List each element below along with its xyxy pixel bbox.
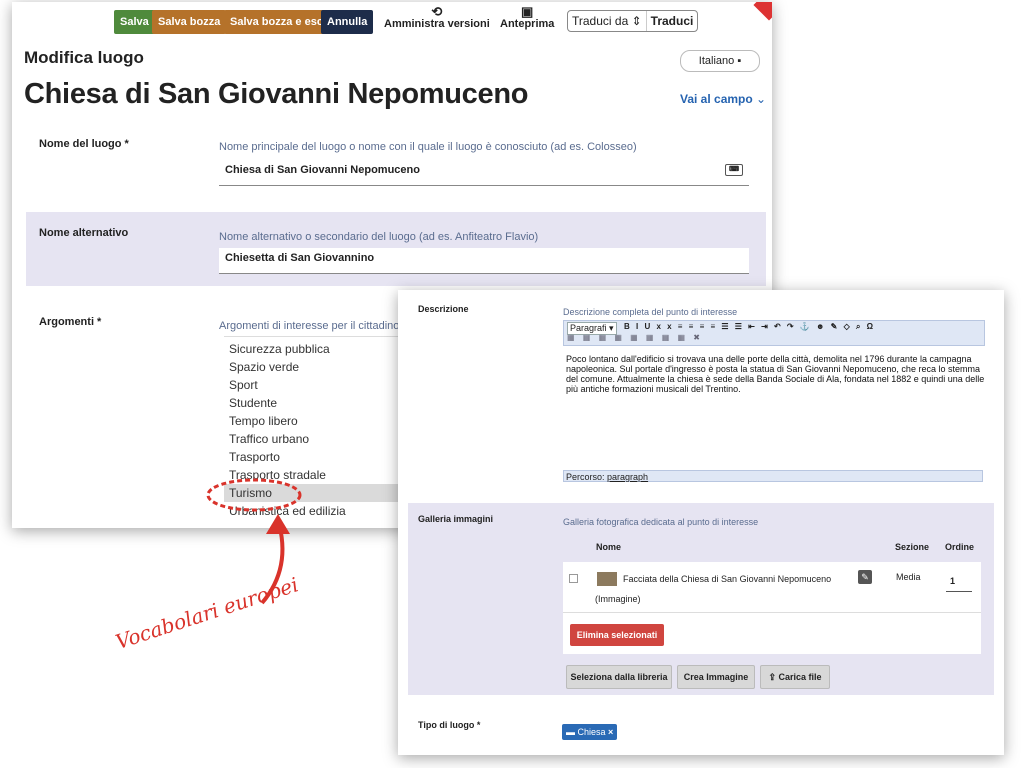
order-input[interactable]: 1 — [946, 570, 972, 592]
gallery-item-name[interactable]: Facciata della Chiesa di San Giovanni Ne… — [623, 574, 831, 584]
topic-item[interactable]: Sicurezza pubblica — [229, 342, 330, 356]
save-draft-exit-button[interactable]: Salva bozza e esci — [224, 10, 332, 34]
goto-field-label: Vai al campo — [680, 92, 753, 106]
preview-button[interactable]: ▣ Anteprima — [500, 4, 555, 30]
page-subtitle: Modifica luogo — [24, 48, 144, 67]
annotation-label: Vocabolari europei — [112, 572, 302, 654]
gallery-help: Galleria fotografica dedicata al punto d… — [563, 517, 759, 527]
remove-tag-icon[interactable]: × — [608, 727, 613, 737]
path-link[interactable]: paragraph — [607, 472, 648, 482]
col-name-header: Nome — [596, 542, 622, 552]
create-image-button[interactable]: Crea Immagine — [677, 665, 755, 689]
topic-item[interactable]: Urbanistica ed edilizia — [229, 504, 346, 518]
translate-from-label: Traduci da — [572, 14, 629, 28]
keyboard-icon[interactable]: ⌨ — [725, 164, 743, 176]
name-help: Nome principale del luogo o nome con il … — [219, 141, 637, 153]
save-button[interactable]: Salva — [114, 10, 155, 34]
topic-item[interactable]: Sport — [229, 378, 258, 392]
table-tools-icons[interactable]: ▦ ▦ ▦ ▦ ▦ ▦ ▦ ▦ ✖ — [567, 333, 703, 342]
alt-name-help: Nome alternativo o secondario del luogo … — [219, 231, 539, 243]
topic-item[interactable]: Studente — [229, 396, 277, 410]
topics-label: Argomenti * — [39, 316, 102, 328]
cancel-button[interactable]: Annulla — [321, 10, 374, 34]
translate-button[interactable]: Traduci — [647, 11, 698, 31]
gallery-item-type: (Immagine) — [595, 594, 641, 604]
topics-help: Argomenti di interesse per il cittadino — [219, 320, 400, 332]
topic-item[interactable]: Traffico urbano — [229, 432, 309, 446]
language-label: Italiano — [698, 55, 735, 67]
row-divider — [563, 612, 981, 613]
tag-icon: ▬ — [566, 727, 575, 737]
name-value: Chiesa di San Giovanni Nepomuceno — [225, 164, 420, 176]
edit-icon[interactable]: ✎ — [858, 570, 872, 584]
page-title: Chiesa di San Giovanni Nepomuceno — [24, 78, 529, 110]
translate-control: Traduci da ⇕ Traduci — [567, 10, 699, 32]
gallery-item-section: Media — [896, 572, 921, 582]
name-input[interactable]: Chiesa di San Giovanni Nepomuceno ⌨ — [219, 160, 749, 186]
path-label: Percorso: — [566, 472, 605, 482]
topic-item[interactable]: Spazio verde — [229, 360, 299, 374]
col-section-header: Sezione — [895, 542, 930, 552]
alt-name-label: Nome alternativo — [39, 227, 129, 239]
chevron-down-icon: ⌄ — [756, 92, 767, 106]
col-order-header: Ordine — [945, 542, 975, 552]
language-select[interactable]: Italiano ▪ — [680, 50, 760, 72]
topic-item[interactable]: Trasporto — [229, 450, 280, 464]
description-label: Descrizione — [418, 304, 469, 314]
translate-from-select[interactable]: Traduci da ⇕ — [568, 11, 647, 31]
delete-selected-button[interactable]: Elimina selezionati — [570, 624, 664, 646]
place-type-tag[interactable]: ▬ Chiesa × — [562, 724, 618, 740]
preview-icon: ▣ — [521, 4, 534, 19]
image-thumbnail — [597, 572, 617, 586]
description-text[interactable]: Poco lontano dall'edificio si trovava un… — [566, 354, 986, 394]
description-help: Descrizione completa del punto di intere… — [563, 307, 738, 317]
topic-item-selected[interactable]: Turismo — [229, 486, 272, 500]
name-label: Nome del luogo * — [39, 138, 129, 150]
format-label: Paragrafi — [570, 323, 607, 333]
formatting-icons[interactable]: B I U x x ≡ ≡ ≡ ≡ ☰ ☰ ⇤ ⇥ ↶ ↷ ⚓ ☻ ✎ ◇ ⌕ … — [624, 322, 875, 332]
alt-name-input[interactable]: Chiesetta di San Giovannino — [219, 248, 749, 274]
goto-field-link[interactable]: Vai al campo ⌄ — [680, 92, 766, 106]
manage-versions-button[interactable]: ⟲ Amministra versioni — [384, 4, 490, 30]
updown-icon: ⇕ — [631, 14, 642, 28]
topic-item[interactable]: Trasporto stradale — [229, 468, 326, 482]
topic-item[interactable]: Tempo libero — [229, 414, 298, 428]
upload-file-button[interactable]: ⇪ Carica file — [760, 665, 830, 689]
gallery-label: Galleria immagini — [418, 514, 494, 524]
upload-icon: ⇪ — [768, 672, 776, 682]
preview-label: Anteprima — [500, 18, 555, 30]
editor-toolbar: Paragrafi ▾ B I U x x ≡ ≡ ≡ ≡ ☰ ☰ ⇤ ⇥ ↶ … — [563, 320, 985, 346]
history-icon: ⟲ — [431, 4, 443, 19]
upload-file-label: Carica file — [778, 672, 822, 682]
path-bar: Percorso: paragraph — [563, 470, 983, 482]
row-checkbox[interactable] — [569, 574, 578, 583]
flag-icon: ▪ — [737, 55, 742, 67]
save-draft-button[interactable]: Salva bozza — [152, 10, 227, 34]
place-type-value: Chiesa — [577, 727, 606, 737]
place-details-panel: Descrizione Descrizione completa del pun… — [398, 290, 1004, 755]
place-type-label: Tipo di luogo * — [418, 720, 481, 730]
select-library-button[interactable]: Seleziona dalla libreria — [566, 665, 672, 689]
corner-ribbon — [753, 2, 772, 21]
manage-versions-label: Amministra versioni — [384, 18, 490, 30]
